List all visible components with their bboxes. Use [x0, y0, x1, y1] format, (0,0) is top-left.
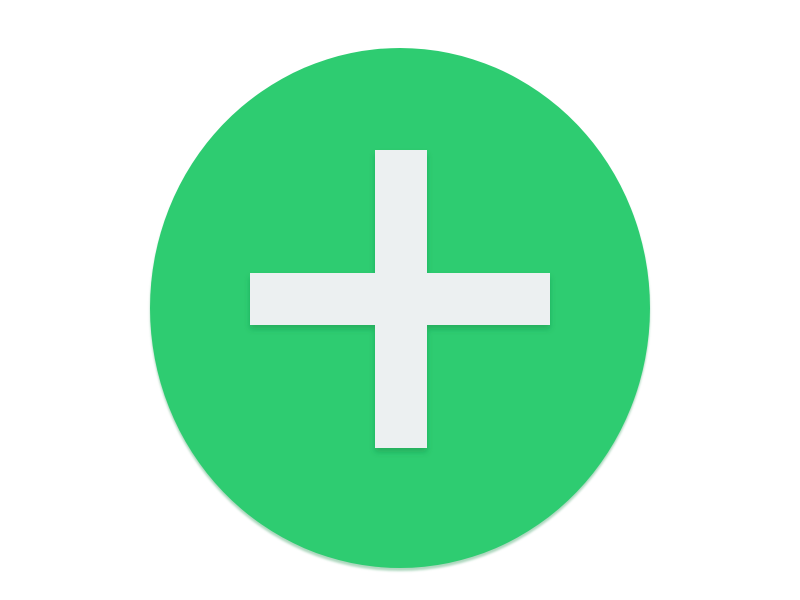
add-button[interactable] — [150, 48, 650, 568]
canvas — [0, 0, 800, 600]
plus-icon — [250, 150, 550, 448]
